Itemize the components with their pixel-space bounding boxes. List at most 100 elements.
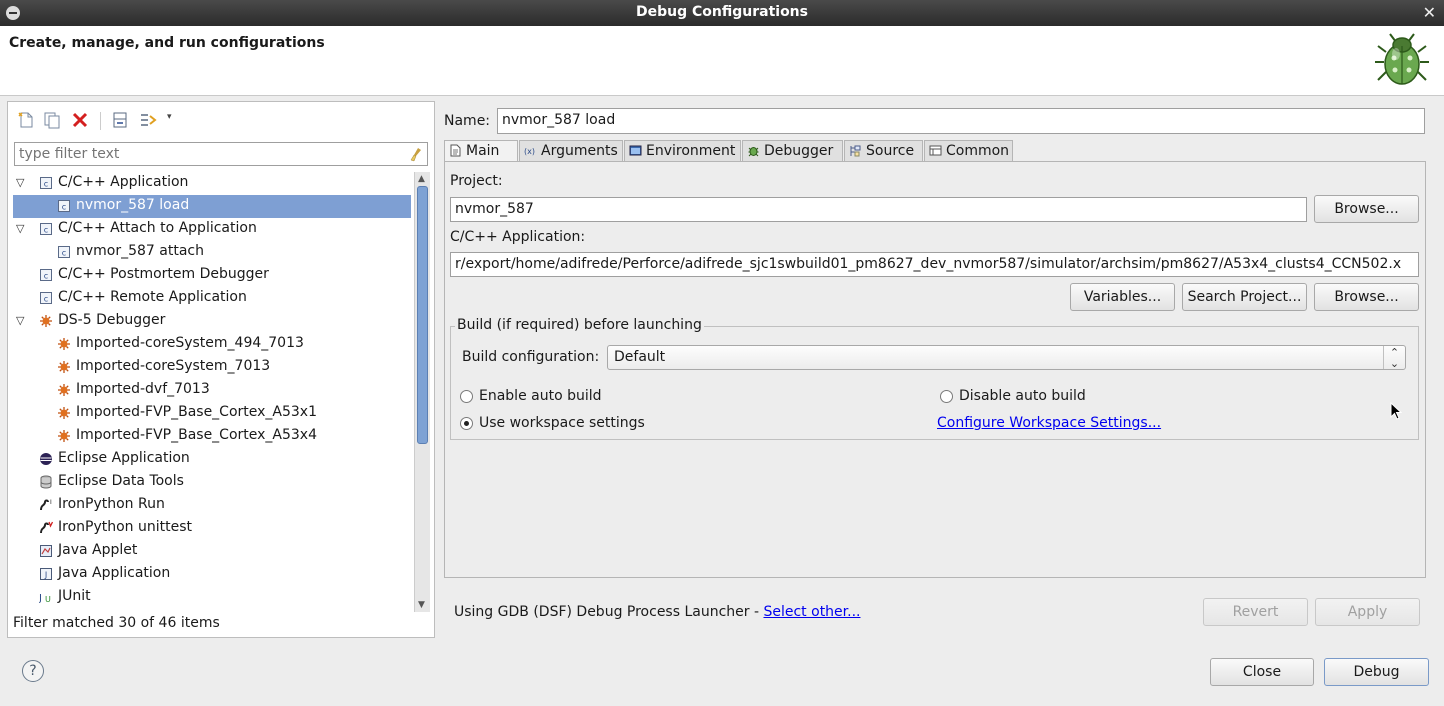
delete-config-icon[interactable]: [70, 110, 90, 130]
database-icon: [39, 475, 53, 489]
disable-auto-build-radio[interactable]: [940, 390, 953, 403]
expand-arrow-icon[interactable]: ▽: [16, 176, 24, 189]
java-applet-icon: [39, 544, 53, 558]
tree-item-label: C/C++ Remote Application: [58, 289, 247, 305]
expand-arrow-icon[interactable]: ▽: [16, 222, 24, 235]
scroll-down-icon[interactable]: ▼: [418, 600, 425, 610]
svg-text:J: J: [39, 593, 42, 604]
build-config-value: Default: [614, 349, 666, 365]
tab-source[interactable]: Source: [844, 140, 923, 162]
window-close-icon[interactable]: ✕: [1423, 3, 1436, 22]
scroll-up-icon[interactable]: ▲: [418, 174, 425, 184]
svg-text:I: I: [50, 499, 52, 506]
search-project-button[interactable]: Search Project...: [1182, 283, 1307, 311]
tree-item[interactable]: Imported-dvf_7013: [13, 379, 411, 402]
tree-item-label: Java Application: [58, 565, 171, 581]
debug-button[interactable]: Debug: [1324, 658, 1429, 686]
tree-item[interactable]: Eclipse Data Tools: [13, 471, 411, 494]
tree-item-label: nvmor_587 attach: [76, 243, 204, 259]
tree-item-label: JUnit: [58, 588, 91, 604]
ds5-icon: [57, 337, 71, 351]
scrollbar-thumb[interactable]: [417, 186, 428, 444]
name-label: Name:: [444, 113, 491, 129]
application-browse-button[interactable]: Browse...: [1314, 283, 1419, 311]
enable-auto-build-label[interactable]: Enable auto build: [479, 388, 602, 404]
mouse-cursor-icon: [1390, 402, 1402, 420]
tab-label: Main: [466, 143, 500, 159]
ds5-icon: [57, 383, 71, 397]
tab-debugger[interactable]: Debugger: [742, 140, 843, 162]
build-config-label: Build configuration:: [462, 349, 600, 365]
svg-text:J: J: [44, 571, 47, 580]
help-icon[interactable]: ?: [22, 660, 44, 682]
tree-item[interactable]: c nvmor_587 load: [13, 195, 411, 218]
config-tree[interactable]: ▽ c C/C++ Application c nvmor_587 load ▽ c C/C+…: [8, 172, 412, 612]
svg-text:(x): (x): [524, 147, 535, 156]
tree-item[interactable]: c nvmor_587 attach: [13, 241, 411, 264]
tree-item-label: Eclipse Application: [58, 450, 190, 466]
new-config-icon[interactable]: [16, 110, 36, 130]
tree-item[interactable]: ▽ c C/C++ Attach to Application: [13, 218, 411, 241]
tree-item[interactable]: c C/C++ Remote Application: [13, 287, 411, 310]
eclipse-icon: [39, 452, 53, 466]
duplicate-config-icon[interactable]: [42, 110, 62, 130]
tree-item[interactable]: Imported-coreSystem_7013: [13, 356, 411, 379]
common-tab-icon: [929, 144, 942, 157]
tree-item[interactable]: Imported-coreSystem_494_7013: [13, 333, 411, 356]
tab-environment[interactable]: Environment: [624, 140, 741, 162]
use-workspace-label[interactable]: Use workspace settings: [479, 415, 645, 431]
application-field[interactable]: r/export/home/adifrede/Perforce/adifrede…: [450, 252, 1419, 277]
clear-filter-icon[interactable]: [408, 146, 424, 162]
view-menu-chevron-icon[interactable]: ▾: [167, 112, 172, 122]
tree-item-label: C/C++ Attach to Application: [58, 220, 257, 236]
tree-item[interactable]: ▽ c C/C++ Application: [13, 172, 411, 195]
close-button[interactable]: Close: [1210, 658, 1314, 686]
debug-bug-icon: [1375, 33, 1429, 85]
revert-button[interactable]: Revert: [1203, 598, 1308, 626]
junit-icon: JU: [38, 590, 53, 604]
enable-auto-build-radio[interactable]: [460, 390, 473, 403]
c-app-icon: c: [39, 291, 53, 305]
tab-main[interactable]: Main: [444, 140, 518, 163]
tree-item[interactable]: I IronPython Run: [13, 494, 411, 517]
project-browse-button[interactable]: Browse...: [1314, 195, 1419, 223]
tree-item[interactable]: Java Applet: [13, 540, 411, 563]
tree-item[interactable]: IronPython unittest: [13, 517, 411, 540]
tree-item[interactable]: ▽ DS-5 Debugger: [13, 310, 411, 333]
tree-item[interactable]: Eclipse Application: [13, 448, 411, 471]
filter-input[interactable]: [15, 143, 395, 165]
svg-text:c: c: [44, 180, 48, 189]
use-workspace-radio[interactable]: [460, 417, 473, 430]
variables-button[interactable]: Variables...: [1070, 283, 1175, 311]
debugger-tab-icon: [747, 144, 760, 157]
tree-item-label: Imported-coreSystem_494_7013: [76, 335, 304, 351]
apply-button[interactable]: Apply: [1315, 598, 1420, 626]
tree-item[interactable]: J U JUnit: [13, 586, 411, 609]
tree-item[interactable]: J Java Application: [13, 563, 411, 586]
build-config-select[interactable]: Default ⌃ ⌄: [607, 345, 1406, 370]
application-label: C/C++ Application:: [450, 229, 586, 245]
name-field[interactable]: nvmor_587 load: [497, 108, 1425, 134]
tree-item[interactable]: Imported-FVP_Base_Cortex_A53x1: [13, 402, 411, 425]
tab-label: Source: [866, 143, 915, 159]
select-other-link[interactable]: Select other...: [763, 604, 860, 620]
environment-tab-icon: [629, 144, 642, 157]
disable-auto-build-label[interactable]: Disable auto build: [959, 388, 1086, 404]
tree-item-label: nvmor_587 load: [76, 197, 190, 213]
toolbar-divider: [100, 112, 101, 130]
c-app-icon: c: [39, 176, 53, 190]
tree-scrollbar[interactable]: ▲ ▼: [414, 172, 430, 612]
configure-workspace-link[interactable]: Configure Workspace Settings...: [937, 415, 1161, 431]
tree-item[interactable]: c C/C++ Postmortem Debugger: [13, 264, 411, 287]
tree-item-label: Imported-dvf_7013: [76, 381, 210, 397]
project-field[interactable]: nvmor_587: [450, 197, 1307, 222]
tab-arguments[interactable]: (x) Arguments: [519, 140, 623, 162]
expand-arrow-icon[interactable]: ▽: [16, 314, 24, 327]
launcher-text: Using GDB (DSF) Debug Process Launcher -: [454, 604, 764, 620]
ds5-icon: [57, 429, 71, 443]
filter-config-icon[interactable]: [138, 110, 158, 130]
tab-common[interactable]: Common: [924, 140, 1013, 162]
collapse-all-icon[interactable]: [110, 110, 130, 130]
tree-item[interactable]: Imported-FVP_Base_Cortex_A53x4: [13, 425, 411, 448]
arguments-tab-icon: (x): [524, 144, 537, 157]
